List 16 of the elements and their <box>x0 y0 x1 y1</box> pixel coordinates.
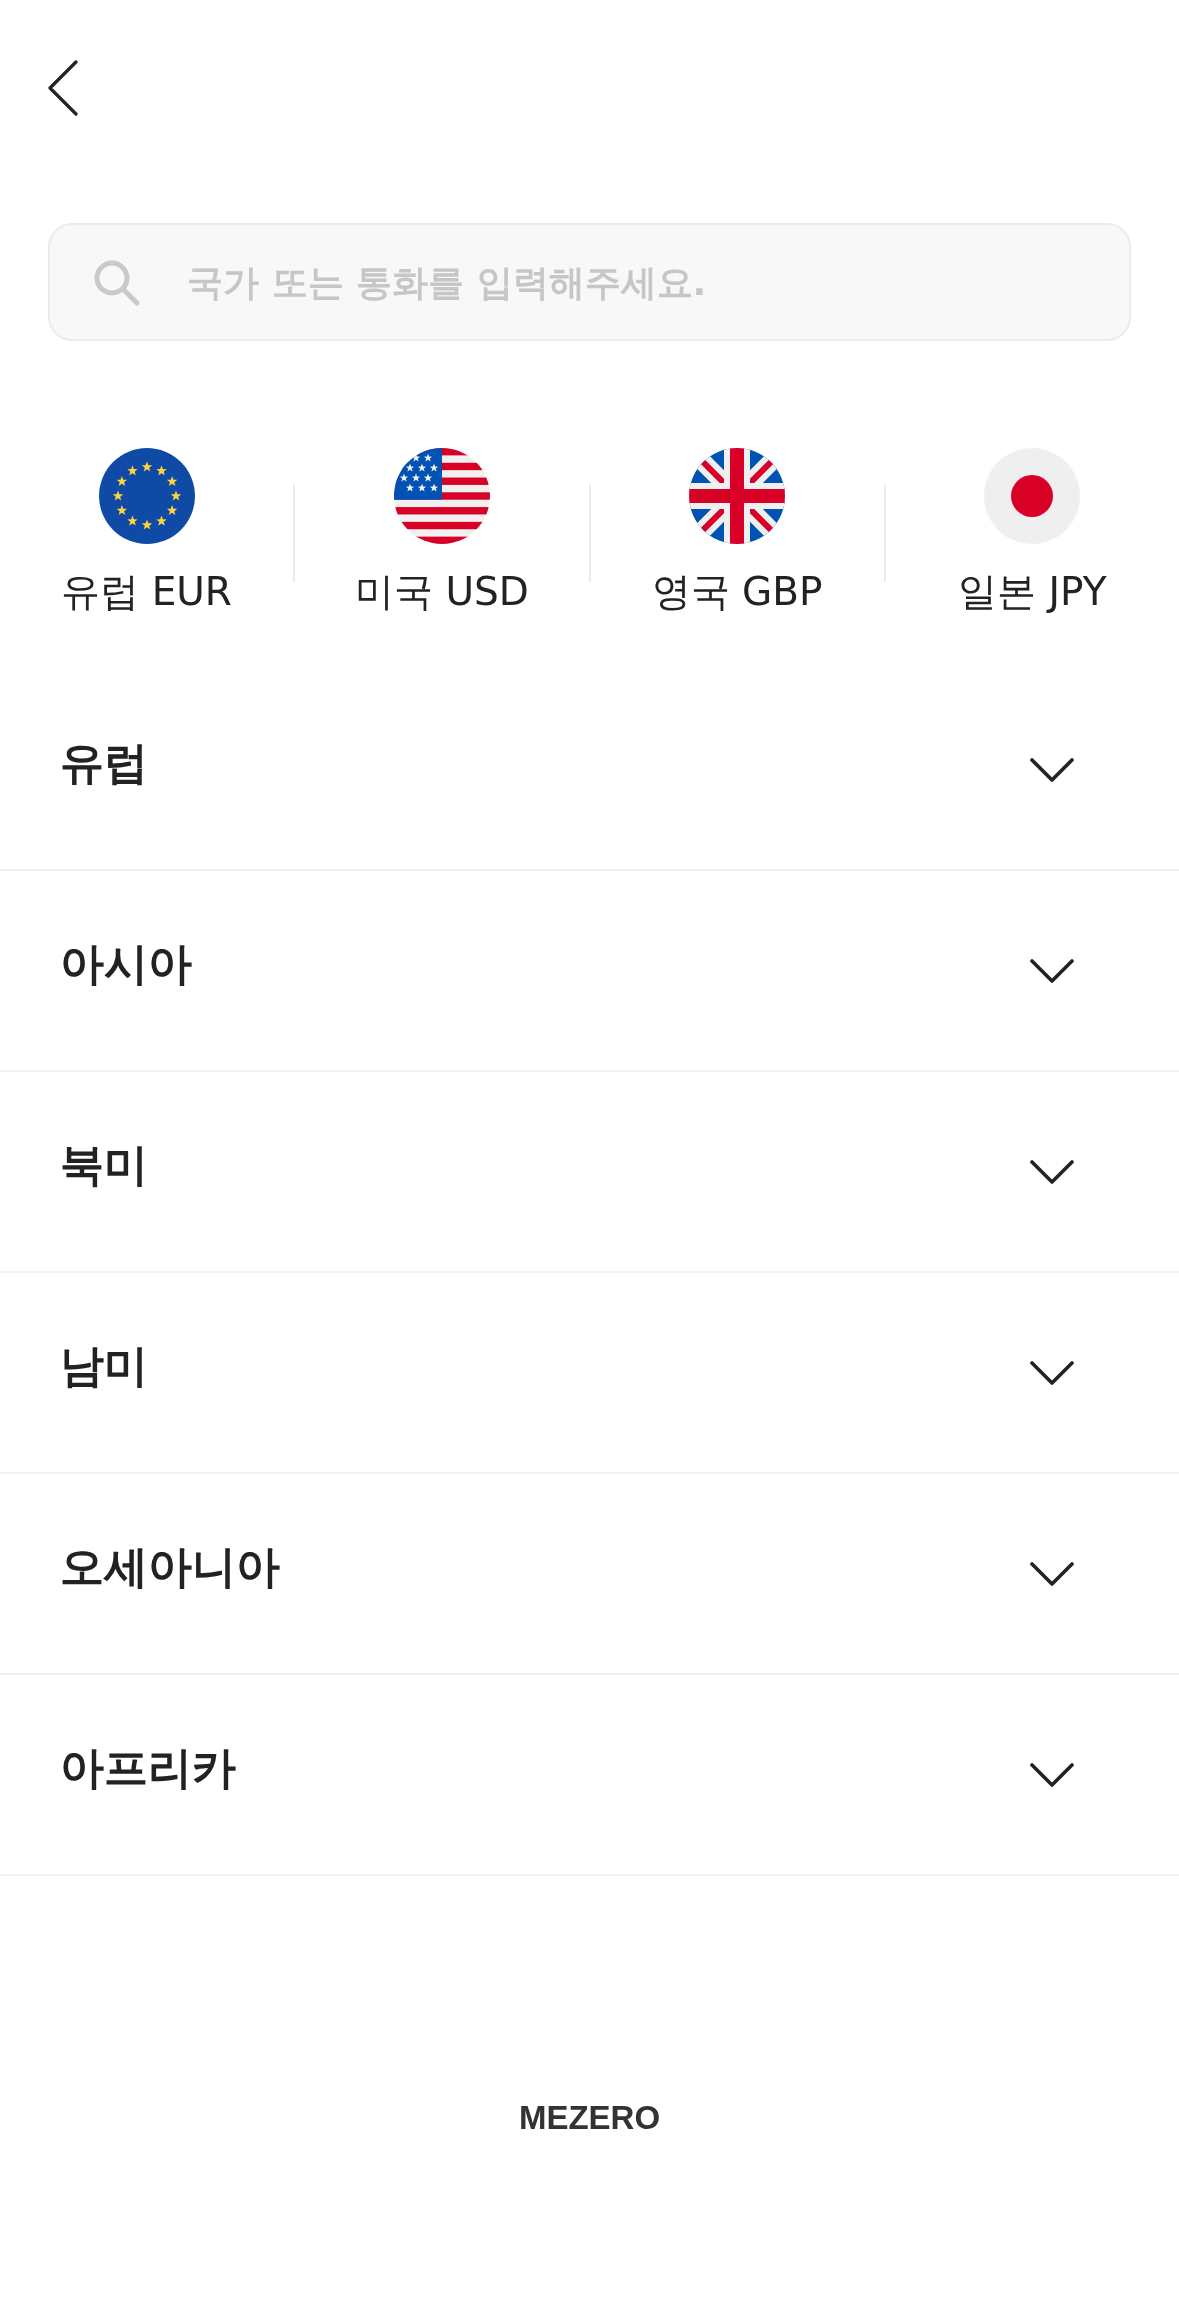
region-row[interactable]: 아시아 <box>0 871 1179 1072</box>
back-button[interactable] <box>48 60 78 116</box>
currency-button[interactable]: 미국 USD <box>295 448 589 618</box>
japan-flag-icon <box>984 448 1081 544</box>
currency-button[interactable]: 유럽 EUR <box>0 448 294 618</box>
back-icon <box>48 60 78 116</box>
region-row[interactable]: 아프리카 <box>0 1675 1179 1876</box>
currency-button[interactable]: 일본 JPY <box>885 448 1179 618</box>
currency-button[interactable]: 영국 GBP <box>590 448 884 618</box>
region-row[interactable]: 북미 <box>0 1072 1179 1273</box>
region-row[interactable]: 오세아니아 <box>0 1474 1179 1675</box>
region-row[interactable]: 유럽 <box>0 670 1179 871</box>
region-row[interactable]: 남미 <box>0 1273 1179 1474</box>
eu-flag-icon <box>98 448 195 544</box>
search-icon <box>92 258 140 306</box>
brand-logo: MEZERO <box>518 2098 661 2138</box>
